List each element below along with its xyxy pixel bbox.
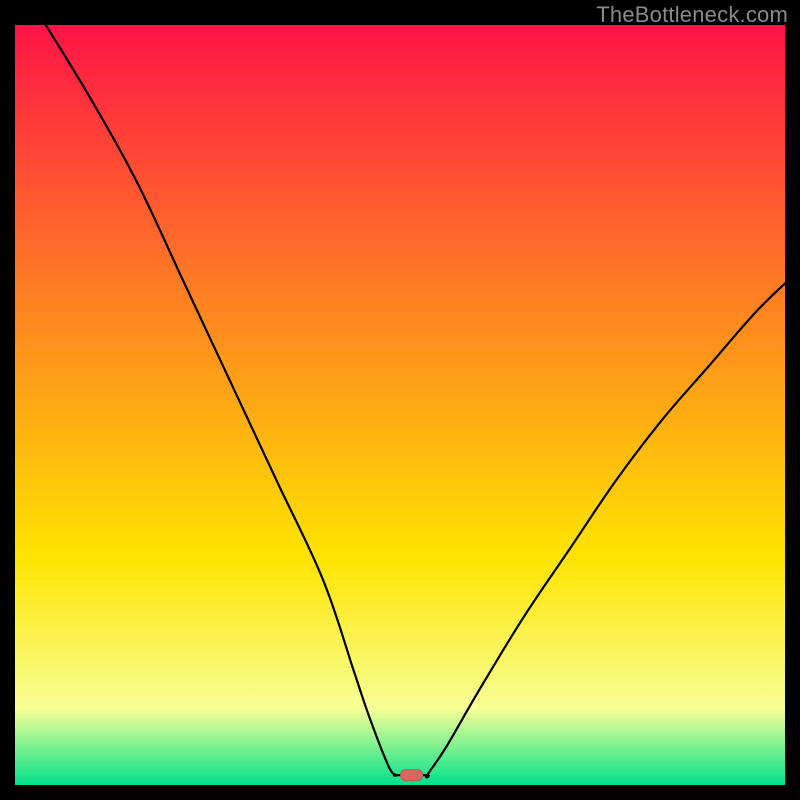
chart-svg: [0, 0, 800, 800]
gradient-background: [15, 25, 785, 785]
watermark-text: TheBottleneck.com: [596, 2, 788, 28]
chart-stage: TheBottleneck.com: [0, 0, 800, 800]
valley-marker: [401, 770, 423, 781]
